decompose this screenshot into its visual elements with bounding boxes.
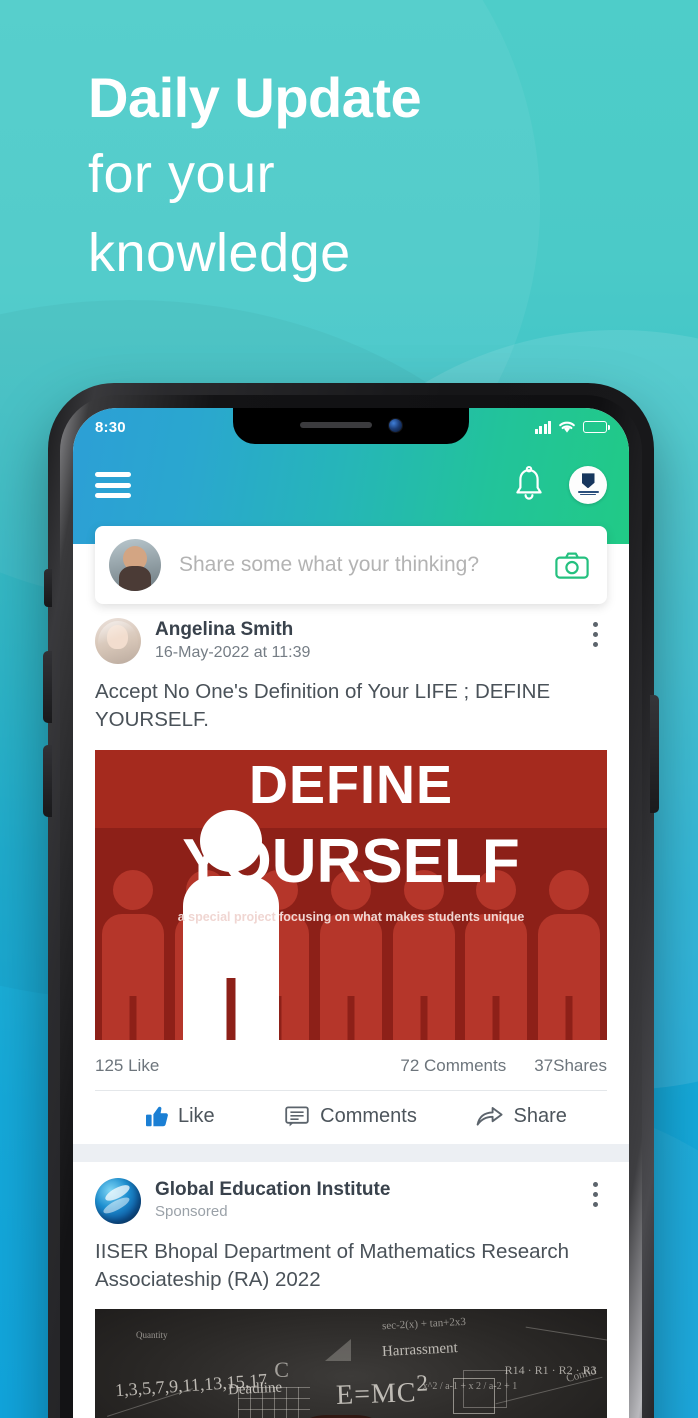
phone-mockup: 8:30 Share some what your thinking? Ange… [43, 383, 659, 1418]
post-stats-row: 125 Like 72 Comments 37Shares [95, 1040, 607, 1090]
post-header: Global Education Institute Sponsored [95, 1177, 607, 1224]
wifi-icon [559, 421, 575, 433]
chalk-harassment-label: Harrassment [381, 1340, 458, 1361]
battery-full-icon [583, 421, 610, 433]
profile-avatar-logo[interactable] [569, 466, 607, 504]
post-author-name[interactable]: Angelina Smith [155, 618, 569, 642]
post-image-blackboard[interactable]: Quantity sec-2(x) + tan+2x3 Harrassment … [95, 1309, 607, 1418]
chalk-line [525, 1326, 607, 1347]
composer-placeholder[interactable]: Share some what your thinking? [179, 553, 555, 577]
app-header-area: 8:30 Share some what your thinking? [73, 408, 629, 604]
post-author-name[interactable]: Global Education Institute [155, 1178, 569, 1202]
headline-line-3: knowledge [88, 223, 351, 284]
comment-count[interactable]: 72 Comments [400, 1056, 506, 1076]
poster-subtitle: a special project focusing on what makes… [177, 909, 525, 924]
silence-switch-button[interactable] [44, 569, 52, 607]
app-bar-actions [511, 465, 607, 505]
sponsored-label: Sponsored [155, 1203, 228, 1221]
post-timestamp: 16-May-2022 at 11:39 [155, 643, 311, 661]
post-body-text: Accept No One's Definition of Your LIFE … [95, 680, 551, 732]
comment-bubble-icon [285, 1106, 309, 1126]
volume-up-button[interactable] [43, 651, 52, 723]
composer-user-avatar [109, 539, 161, 591]
poster-title-line-1: DEFINE [248, 754, 454, 815]
chalk-triangle [325, 1339, 352, 1362]
comments-button[interactable]: Comments [266, 1105, 437, 1128]
volume-down-button[interactable] [43, 745, 52, 817]
share-arrow-icon [477, 1106, 504, 1126]
comments-button-label: Comments [320, 1104, 417, 1127]
feed-post-sponsored: Global Education Institute Sponsored IIS… [73, 1161, 629, 1418]
camera-icon[interactable] [555, 552, 589, 579]
poster-title-line-2: YOURSELF [182, 826, 520, 896]
chalk-quantity-label: Quantity [135, 1330, 168, 1341]
promo-stage: Daily Update for your knowledge 8:30 Sha… [0, 0, 698, 1418]
chalk-letter-c: C [274, 1357, 289, 1383]
thumbs-up-icon [145, 1106, 168, 1126]
sponsor-logo-avatar[interactable] [95, 1177, 141, 1224]
more-options-icon[interactable] [583, 1178, 607, 1207]
post-actions-row: Like Comments Share [95, 1089, 607, 1144]
chalk-equation-text: E=MC [335, 1377, 417, 1412]
logo-text-lines [577, 490, 599, 497]
share-count[interactable]: 37Shares [534, 1056, 607, 1076]
phone-notch [233, 408, 469, 444]
composer-card[interactable]: Share some what your thinking? [95, 526, 607, 604]
share-button-label: Share [513, 1104, 567, 1127]
front-camera-icon [387, 417, 403, 433]
crest-icon [581, 473, 595, 489]
hamburger-menu-icon[interactable] [95, 467, 131, 504]
chalk-fraction-label: x^2 / a-1 + x 2 / a-2 + 1 [422, 1381, 518, 1393]
earpiece-speaker-icon [299, 422, 372, 428]
promo-headline: Daily Update for your knowledge [88, 70, 648, 283]
chalk-section-label: sec-2(x) + tan+2x3 [381, 1315, 466, 1333]
signal-bars-icon [534, 420, 551, 434]
composer-wrapper: Share some what your thinking? [73, 526, 629, 604]
app-bar [73, 452, 629, 518]
post-body-text: IISER Bhopal Department of Mathematics R… [95, 1239, 569, 1291]
like-button[interactable]: Like [95, 1105, 266, 1128]
like-count[interactable]: 125 Like [95, 1056, 400, 1076]
power-button[interactable] [650, 695, 659, 813]
feed-list[interactable]: Angelina Smith 16-May-2022 at 11:39 Acce… [73, 544, 629, 1418]
post-author-avatar[interactable] [95, 618, 141, 664]
phone-screen: 8:30 Share some what your thinking? Ange… [73, 408, 629, 1418]
post-author-meta: Angelina Smith 16-May-2022 at 11:39 [155, 618, 569, 662]
status-time: 8:30 [95, 418, 126, 436]
notification-bell-icon[interactable] [511, 465, 547, 505]
more-options-icon[interactable] [583, 618, 607, 647]
share-button[interactable]: Share [436, 1105, 607, 1128]
status-icons [534, 420, 610, 434]
post-author-meta: Global Education Institute Sponsored [155, 1178, 569, 1221]
chalk-equation: E=MC2 [335, 1371, 429, 1413]
feed-separator [73, 1143, 629, 1153]
post-header: Angelina Smith 16-May-2022 at 11:39 [95, 618, 607, 664]
headline-line-1: Daily Update [88, 66, 422, 129]
post-image-define-yourself[interactable]: DEFINE YOURSELF a special project focusi… [95, 749, 607, 1040]
feed-post: Angelina Smith 16-May-2022 at 11:39 Acce… [73, 544, 629, 1144]
headline-line-2: for your [88, 144, 276, 204]
like-button-label: Like [177, 1104, 215, 1127]
